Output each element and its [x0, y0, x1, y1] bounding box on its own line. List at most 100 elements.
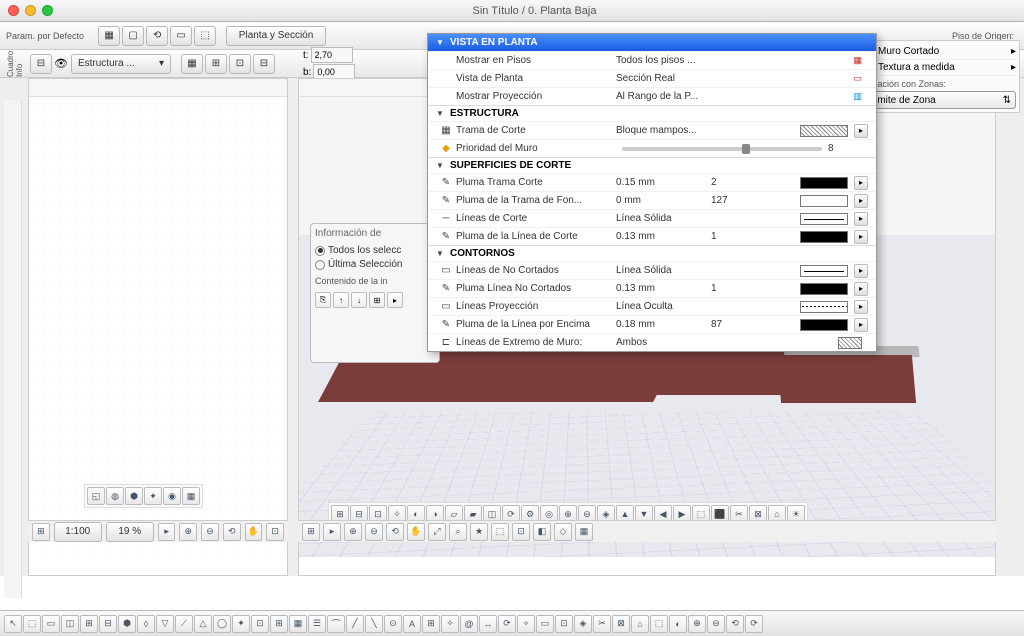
bt-20[interactable]: ╲: [365, 615, 383, 633]
bt-15[interactable]: ⊞: [270, 615, 288, 633]
bt-11[interactable]: △: [194, 615, 212, 633]
st3-1[interactable]: ⊞: [302, 523, 320, 541]
vt-6[interactable]: ▦: [182, 487, 200, 505]
dd-lineas-proyeccion[interactable]: ▭Líneas ProyecciónLínea Oculta▸: [428, 297, 876, 315]
stat-nav-4[interactable]: ⟲: [223, 523, 241, 541]
zoom-button[interactable]: 19 %: [106, 522, 154, 542]
bt-36[interactable]: ◐: [669, 615, 687, 633]
bt-9[interactable]: ▽: [156, 615, 174, 633]
bt-arrow[interactable]: ↖: [4, 615, 22, 633]
bt-wall[interactable]: ▭: [42, 615, 60, 633]
bt-35[interactable]: ⬚: [650, 615, 668, 633]
zoom-window-button[interactable]: [42, 5, 53, 16]
bt-14[interactable]: ⊡: [251, 615, 269, 633]
priority-slider[interactable]: [622, 147, 822, 151]
st3-2[interactable]: ▸: [323, 523, 341, 541]
st3-10[interactable]: ⬚: [491, 523, 509, 541]
bt-21[interactable]: ⊙: [384, 615, 402, 633]
radio-last-selection[interactable]: Última Selección: [315, 259, 435, 270]
bt-40[interactable]: ⟳: [745, 615, 763, 633]
t-input[interactable]: [311, 47, 353, 63]
stat-nav-2[interactable]: ⊕: [179, 523, 197, 541]
dd-pluma-linea-encima[interactable]: ✎Pluma de la Línea por Encima0.18 mm87▸: [428, 315, 876, 333]
construct-1[interactable]: ▦: [181, 54, 203, 74]
bt-26[interactable]: ↔: [479, 615, 497, 633]
estructura-dropdown[interactable]: Estructura ... ▾: [71, 54, 171, 74]
bt-10[interactable]: ⟋: [175, 615, 193, 633]
vt-4[interactable]: ✦: [144, 487, 162, 505]
st3-8[interactable]: ⌕: [449, 523, 467, 541]
dd-mostrar-pisos[interactable]: Mostrar en PisosTodos los pisos ...▦: [428, 51, 876, 69]
dd-pluma-linea-no-cortados[interactable]: ✎Pluma Línea No Cortados0.13 mm1▸: [428, 279, 876, 297]
scale-button[interactable]: 1:100: [54, 522, 102, 542]
construct-4[interactable]: ⊟: [253, 54, 275, 74]
bt-38[interactable]: ⊖: [707, 615, 725, 633]
dd-pluma-linea-corte[interactable]: ✎Pluma de la Línea de Corte0.13 mm1▸: [428, 227, 876, 245]
dd-prioridad-muro[interactable]: ◆Prioridad del Muro8: [428, 139, 876, 157]
bt-7[interactable]: ⬢: [118, 615, 136, 633]
bt-25[interactable]: @: [460, 615, 478, 633]
st3-6[interactable]: ✋: [407, 523, 425, 541]
vt-1[interactable]: ◱: [87, 487, 105, 505]
stat-nav-6[interactable]: ⊡: [266, 523, 284, 541]
st3-13[interactable]: ◇: [554, 523, 572, 541]
tool-1[interactable]: ▦: [98, 26, 120, 46]
bt-13[interactable]: ✦: [232, 615, 250, 633]
stat-nav-3[interactable]: ⊖: [201, 523, 219, 541]
bt-18[interactable]: ⌒: [327, 615, 345, 633]
tool-5[interactable]: ⬚: [194, 26, 216, 46]
dd-lineas-corte[interactable]: ─Líneas de CorteLínea Sólida▸: [428, 209, 876, 227]
bt-34[interactable]: ⌂: [631, 615, 649, 633]
info-btn-1[interactable]: ⎘: [315, 292, 331, 308]
bt-39[interactable]: ⟲: [726, 615, 744, 633]
st3-9[interactable]: ★: [470, 523, 488, 541]
wall-3d[interactable]: [777, 355, 916, 403]
bt-31[interactable]: ◈: [574, 615, 592, 633]
info-btn-2[interactable]: ↑: [333, 292, 349, 308]
dd-lineas-no-cortados[interactable]: ▭Líneas de No CortadosLínea Sólida▸: [428, 261, 876, 279]
bt-12[interactable]: ◯: [213, 615, 231, 633]
st3-4[interactable]: ⊖: [365, 523, 383, 541]
bt-33[interactable]: ⊠: [612, 615, 630, 633]
bt-22[interactable]: A: [403, 615, 421, 633]
construct-3[interactable]: ⊡: [229, 54, 251, 74]
bt-19[interactable]: ╱: [346, 615, 364, 633]
radio-all-selected[interactable]: Todos los selecc: [315, 245, 435, 256]
vt-3[interactable]: ⬢: [125, 487, 143, 505]
bt-24[interactable]: ✧: [441, 615, 459, 633]
bt-32[interactable]: ✂: [593, 615, 611, 633]
dd-trama-corte[interactable]: ▦Trama de CorteBloque mampos...▸: [428, 121, 876, 139]
st3-5[interactable]: ⟲: [386, 523, 404, 541]
dd-pluma-trama-fondo[interactable]: ✎Pluma de la Trama de Fon...0 mm127▸: [428, 191, 876, 209]
stat-nav-5[interactable]: ✋: [245, 523, 263, 541]
limite-zona-dropdown[interactable]: Límite de Zona⇅: [864, 91, 1016, 109]
construct-2[interactable]: ⊞: [205, 54, 227, 74]
close-window-button[interactable]: [8, 5, 19, 16]
bt-23[interactable]: ⊞: [422, 615, 440, 633]
layer-btn[interactable]: ⊟: [30, 54, 52, 74]
bt-16[interactable]: ▦: [289, 615, 307, 633]
bt-30[interactable]: ⊡: [555, 615, 573, 633]
dd-pluma-trama-corte[interactable]: ✎Pluma Trama Corte0.15 mm2▸: [428, 173, 876, 191]
stat-btn[interactable]: ⊞: [32, 523, 50, 541]
bt-5[interactable]: ⊞: [80, 615, 98, 633]
st3-14[interactable]: ▦: [575, 523, 593, 541]
bt-17[interactable]: ☰: [308, 615, 326, 633]
st3-3[interactable]: ⊕: [344, 523, 362, 541]
bt-27[interactable]: ⟳: [498, 615, 516, 633]
stat-nav-1[interactable]: ▸: [158, 523, 176, 541]
bt-4[interactable]: ◫: [61, 615, 79, 633]
bt-marquee[interactable]: ⬚: [23, 615, 41, 633]
bt-8[interactable]: ◊: [137, 615, 155, 633]
tool-4[interactable]: ▭: [170, 26, 192, 46]
bt-6[interactable]: ⊟: [99, 615, 117, 633]
info-btn-5[interactable]: ▸: [387, 292, 403, 308]
dd-mostrar-proyeccion[interactable]: Mostrar ProyecciónAl Rango de la P...▥: [428, 87, 876, 105]
planta-seccion-button[interactable]: Planta y Sección: [226, 26, 326, 46]
dd-lineas-extremo[interactable]: ⊏Líneas de Extremo de Muro:Ambos: [428, 333, 876, 351]
st3-12[interactable]: ◧: [533, 523, 551, 541]
st3-7[interactable]: ⤢: [428, 523, 446, 541]
tool-2[interactable]: ▢: [122, 26, 144, 46]
minimize-window-button[interactable]: [25, 5, 36, 16]
dd-vista-planta[interactable]: Vista de PlantaSección Real▭: [428, 69, 876, 87]
